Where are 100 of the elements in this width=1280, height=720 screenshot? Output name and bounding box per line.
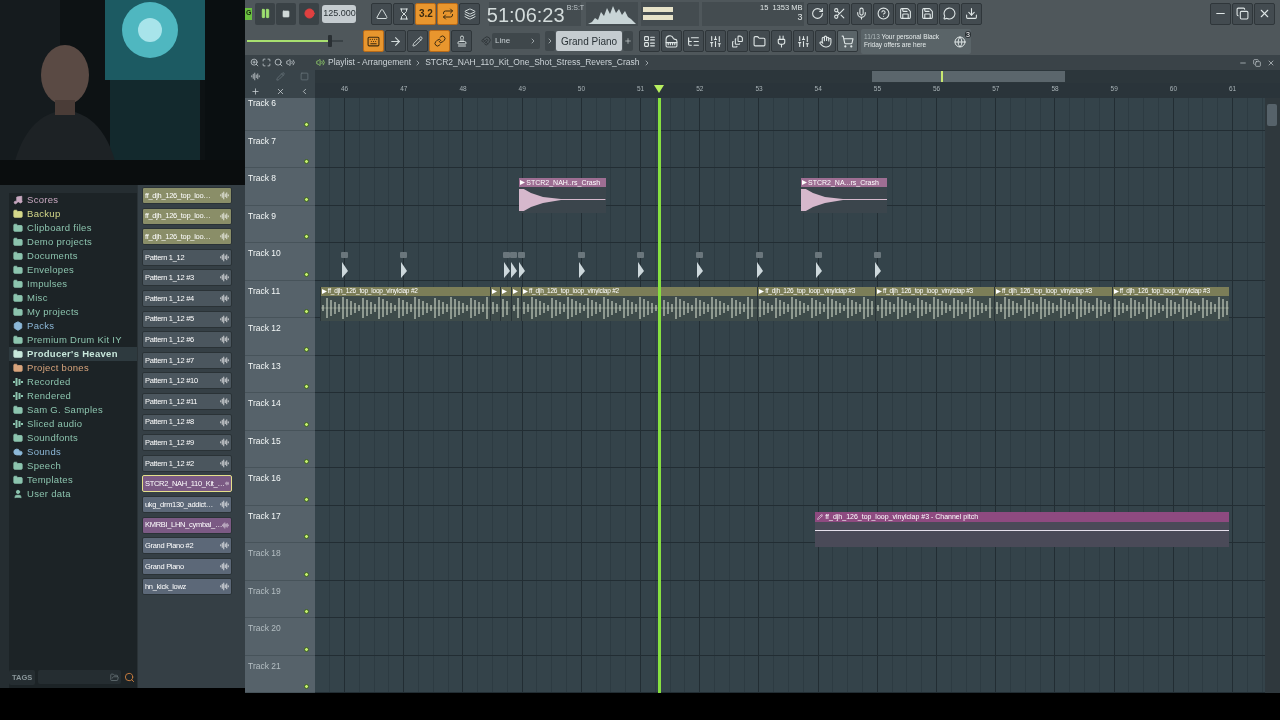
- browser-item[interactable]: Demo projects: [9, 235, 137, 249]
- browser-item[interactable]: Envelopes: [9, 263, 137, 277]
- track-header[interactable]: Track 17: [245, 505, 315, 543]
- track-header[interactable]: Track 18: [245, 543, 315, 581]
- track-header[interactable]: Track 10: [245, 243, 315, 281]
- marker-icon[interactable]: [341, 252, 349, 278]
- browser-item[interactable]: Scores: [9, 193, 137, 207]
- plugin-button[interactable]: [771, 30, 792, 52]
- browser-item[interactable]: My projects: [9, 305, 137, 319]
- microphone-button[interactable]: [851, 2, 873, 25]
- shop-button[interactable]: [837, 30, 858, 52]
- track-header[interactable]: Track 12: [245, 318, 315, 356]
- undo-button[interactable]: [807, 2, 829, 25]
- marker-icon[interactable]: [873, 252, 882, 278]
- restore-icon[interactable]: [1253, 58, 1261, 67]
- audio-clip[interactable]: [500, 286, 511, 321]
- toolbar-toggle[interactable]: [451, 30, 472, 52]
- browser-item[interactable]: Clipboard files: [9, 221, 137, 235]
- browser-item[interactable]: Soundfonts: [9, 431, 137, 445]
- marker-icon[interactable]: [577, 252, 586, 278]
- speaker-icon[interactable]: [286, 58, 295, 67]
- tags-field[interactable]: [38, 670, 121, 685]
- toolbar-toggle[interactable]: [363, 30, 384, 52]
- browser-item[interactable]: Sam G. Samples: [9, 403, 137, 417]
- close-icon[interactable]: [1267, 58, 1275, 67]
- track-header[interactable]: Track 7: [245, 130, 315, 168]
- mixer-button[interactable]: [705, 30, 726, 52]
- toolbar-toggle[interactable]: [429, 30, 450, 52]
- browser-item[interactable]: User data: [9, 487, 137, 501]
- browser-item[interactable]: Templates: [9, 473, 137, 487]
- plus-icon[interactable]: [251, 87, 260, 96]
- breadcrumb[interactable]: STCR2_NAH_110_Kit_One_Shot_Stress_Revers_Crash: [425, 56, 640, 69]
- browser-item[interactable]: Speech: [9, 459, 137, 473]
- search-icon[interactable]: [124, 671, 135, 683]
- touch-button[interactable]: [815, 30, 836, 52]
- browser-item[interactable]: Impulses: [9, 277, 137, 291]
- track-header[interactable]: Track 15: [245, 430, 315, 468]
- restore-button[interactable]: [1232, 2, 1253, 25]
- track-header[interactable]: Track 8: [245, 168, 315, 206]
- play-button[interactable]: [255, 2, 276, 25]
- chat-button[interactable]: [939, 2, 961, 25]
- browser-item[interactable]: Backup: [9, 207, 137, 221]
- toolbar-toggle[interactable]: 3.2: [415, 2, 437, 25]
- marker-icon[interactable]: [503, 252, 512, 278]
- marker-icon[interactable]: [637, 252, 645, 278]
- speaker-icon[interactable]: [316, 58, 325, 67]
- save-button[interactable]: [895, 2, 917, 25]
- browser-item[interactable]: Misc: [9, 291, 137, 305]
- toolbar-toggle[interactable]: [371, 2, 393, 25]
- scrollbar-thumb[interactable]: [1267, 104, 1277, 126]
- track-header[interactable]: Track 20: [245, 618, 315, 656]
- tempo-field[interactable]: 125.000: [322, 4, 357, 23]
- browser-item[interactable]: Rendered: [9, 389, 137, 403]
- download-button[interactable]: [961, 2, 983, 25]
- browser-item[interactable]: Sounds: [9, 445, 137, 459]
- browser-item[interactable]: Documents: [9, 249, 137, 263]
- marker-icon[interactable]: [756, 252, 764, 278]
- browser-item[interactable]: Premium Drum Kit IY: [9, 333, 137, 347]
- playlist-button[interactable]: [639, 30, 660, 52]
- track-header[interactable]: Track 14: [245, 393, 315, 431]
- snap-dropdown[interactable]: Line: [492, 33, 540, 49]
- track-header[interactable]: Track 21: [245, 655, 315, 693]
- marker-icon[interactable]: [510, 252, 519, 278]
- zoom-icon[interactable]: [250, 58, 259, 67]
- close-button[interactable]: [1254, 2, 1275, 25]
- playhead-marker-icon[interactable]: [653, 85, 664, 93]
- scrollbar-track[interactable]: [1265, 98, 1280, 693]
- save-as-button[interactable]: [917, 2, 939, 25]
- marker-icon[interactable]: [814, 252, 823, 278]
- browser-button[interactable]: [727, 30, 748, 52]
- caret-icon[interactable]: [300, 87, 309, 96]
- track-header[interactable]: Track 6: [245, 98, 315, 131]
- master-volume-slider[interactable]: [247, 35, 343, 47]
- browser-item[interactable]: Packs: [9, 319, 137, 333]
- marker-icon[interactable]: [400, 252, 409, 278]
- toolbar-toggle[interactable]: [437, 2, 459, 25]
- project-button[interactable]: [749, 30, 770, 52]
- track-header[interactable]: Track 11: [245, 280, 315, 318]
- channel-rack-button[interactable]: [683, 30, 704, 52]
- search-icon[interactable]: [274, 58, 283, 67]
- volume-thumb[interactable]: [327, 35, 332, 47]
- cut-button[interactable]: [829, 2, 851, 25]
- browser-item[interactable]: Sliced audio: [9, 417, 137, 431]
- marker-icon[interactable]: [696, 252, 705, 278]
- browser-item[interactable]: Producer's Heaven: [9, 347, 137, 361]
- toolbar-toggle[interactable]: [407, 30, 428, 52]
- browser-item[interactable]: Recorded: [9, 375, 137, 389]
- toolbar-toggle[interactable]: [393, 2, 415, 25]
- performance-button[interactable]: [793, 30, 814, 52]
- marker-icon[interactable]: [518, 252, 526, 278]
- help-button[interactable]: [873, 2, 895, 25]
- waveform-icon[interactable]: [251, 72, 260, 81]
- pattern-selector[interactable]: Grand Piano: [556, 31, 622, 51]
- browser-item[interactable]: Project bones: [9, 361, 137, 375]
- toolbar-toggle[interactable]: [459, 2, 481, 25]
- fullscreen-icon[interactable]: [262, 58, 271, 67]
- piano-roll-button[interactable]: [661, 30, 682, 52]
- toolbar-toggle[interactable]: [385, 30, 406, 52]
- track-header[interactable]: Track 13: [245, 355, 315, 393]
- track-header[interactable]: Track 19: [245, 580, 315, 618]
